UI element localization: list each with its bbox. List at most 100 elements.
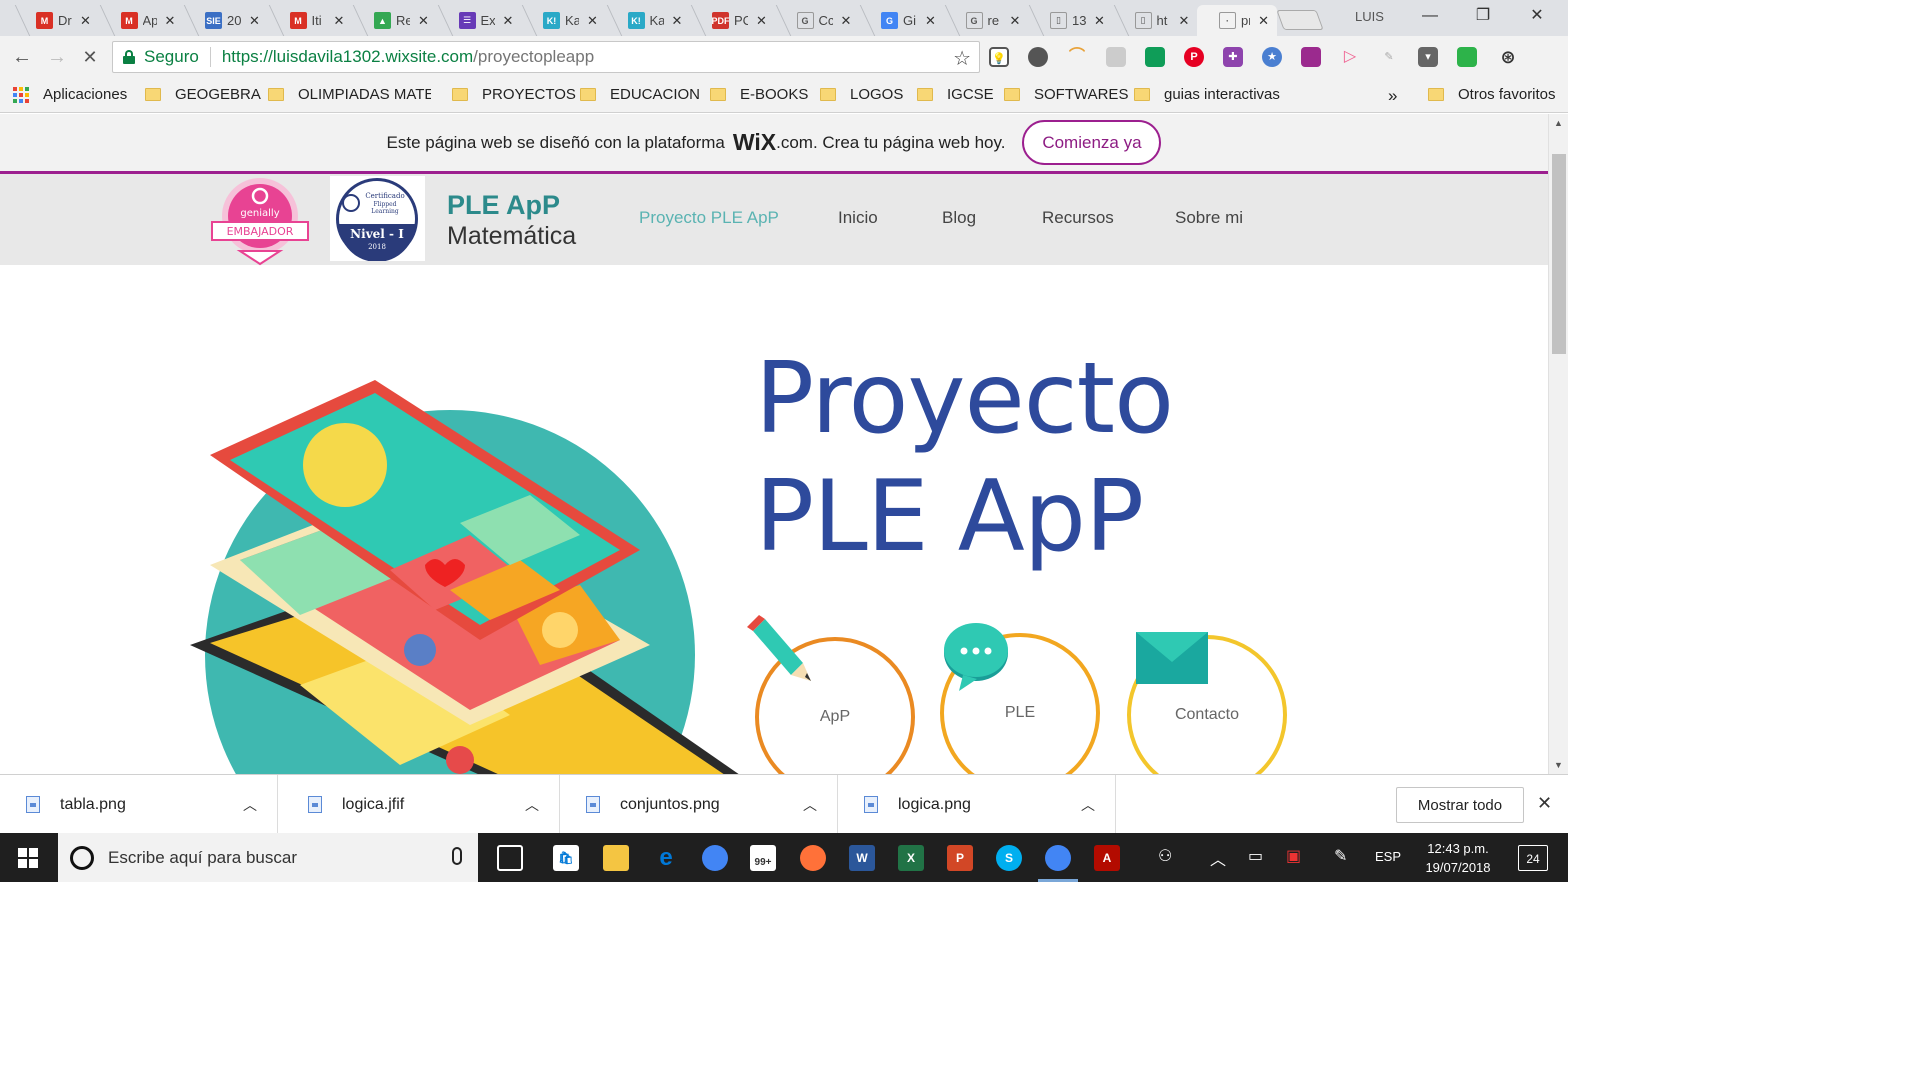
tab-close-icon[interactable]: ✕ [841, 13, 852, 29]
chevron-up-icon[interactable]: ︿ [1081, 795, 1095, 815]
browser-tab[interactable]: G Cc ✕ [775, 5, 861, 36]
browser-tab[interactable]: M Iti ✕ [268, 5, 354, 36]
tab-close-icon[interactable]: ✕ [165, 13, 176, 29]
edge-icon[interactable]: e [653, 845, 679, 871]
system-clock[interactable]: 12:43 p.m. 19/07/2018 [1418, 839, 1498, 877]
address-bar[interactable]: Seguro https://luisdavila1302.wixsite.co… [112, 41, 980, 73]
tab-close-icon[interactable]: ✕ [80, 13, 91, 29]
chat-extension-icon[interactable] [1106, 47, 1126, 67]
browser-tab[interactable]: Gre ✕ [944, 5, 1030, 36]
tab-close-icon[interactable]: ✕ [925, 13, 936, 29]
nav-sobre-mi[interactable]: Sobre mi [1175, 208, 1243, 228]
genially-ambassador-badge[interactable]: genially EMBAJADOR [210, 176, 310, 266]
tab-close-icon[interactable]: ✕ [672, 13, 683, 29]
minimize-icon[interactable]: — [1420, 6, 1440, 26]
tab-close-icon[interactable]: ✕ [1010, 13, 1021, 29]
tab-close-icon[interactable]: ✕ [1179, 13, 1190, 29]
bookmark-folder[interactable]: OLIMPIADAS MATEM [268, 86, 431, 103]
browser-tab[interactable]: ▲ Re ✕ [352, 5, 438, 36]
mail-icon[interactable]: 99+ [750, 845, 776, 871]
download-item[interactable]: logica.jfif ︿ [282, 775, 560, 834]
bookmarks-overflow-button[interactable]: » [1388, 86, 1397, 106]
nav-blog[interactable]: Blog [942, 208, 976, 228]
download-item[interactable]: conjuntos.png ︿ [560, 775, 838, 834]
tab-close-icon[interactable]: ✕ [249, 13, 260, 29]
pocket-extension-icon[interactable]: ▾ [1418, 47, 1438, 67]
start-now-button[interactable]: Comienza ya [1022, 120, 1162, 165]
windows-start-icon[interactable] [18, 848, 38, 868]
browser-tab[interactable]: G Gi ✕ [859, 5, 945, 36]
bookmark-folder[interactable]: LOGOS [820, 86, 903, 103]
stop-loading-icon[interactable]: ✕ [78, 45, 102, 69]
show-all-downloads-button[interactable]: Mostrar todo [1396, 787, 1524, 823]
browser-tab[interactable]: ▯ 13 ✕ [1028, 5, 1114, 36]
file-explorer-icon[interactable] [603, 845, 629, 871]
star-extension-icon[interactable]: ★ [1262, 47, 1282, 67]
chevron-up-icon[interactable]: ︿ [803, 795, 817, 815]
other-bookmarks[interactable]: Otros favoritos [1428, 86, 1556, 103]
cast-extension-icon[interactable]: ▷ [1340, 47, 1360, 67]
browser-tab[interactable]: K! Ka ✕ [606, 5, 692, 36]
show-hidden-icons-chevron-icon[interactable]: ︿ [1210, 846, 1226, 870]
tab-close-icon[interactable]: ✕ [1094, 13, 1105, 29]
lightbulb-extension-icon[interactable]: 💡 [989, 47, 1009, 67]
rainbow-extension-icon[interactable]: ⌒ [1067, 47, 1087, 67]
scroll-up-arrow-icon[interactable]: ▲ [1554, 118, 1563, 128]
tab-close-icon[interactable]: ✕ [756, 13, 767, 29]
acrobat-icon[interactable]: A [1094, 845, 1120, 871]
nav-proyecto-ple-app[interactable]: Proyecto PLE ApP [639, 208, 779, 228]
antivirus-icon[interactable]: ▣ [1286, 846, 1301, 866]
tab-close-icon[interactable]: ✕ [503, 13, 514, 29]
forward-icon[interactable]: → [45, 45, 69, 69]
browser-tab[interactable]: ▯ ht ✕ [1113, 5, 1199, 36]
scrollbar-thumb[interactable] [1552, 154, 1566, 354]
nav-recursos[interactable]: Recursos [1042, 208, 1114, 228]
browser-tab[interactable]: · pr ✕ [1197, 5, 1277, 36]
browser-tab[interactable]: M Ap ✕ [99, 5, 185, 36]
bookmark-folder[interactable]: guias interactivas [1134, 86, 1280, 103]
bookmark-folder[interactable]: PROYECTOS [452, 86, 576, 103]
task-view-icon[interactable] [497, 845, 523, 871]
evernote-extension-icon[interactable] [1028, 47, 1048, 67]
browser-tab[interactable]: PDF PC ✕ [690, 5, 776, 36]
bookmark-folder[interactable]: E-BOOKS [710, 86, 808, 103]
onenote-extension-icon[interactable] [1301, 47, 1321, 67]
tab-close-icon[interactable]: ✕ [418, 13, 429, 29]
people-icon[interactable]: ⚇ [1158, 846, 1172, 866]
window-close-icon[interactable]: ✕ [1527, 6, 1547, 26]
chevron-up-icon[interactable]: ︿ [525, 795, 539, 815]
bookmark-folder[interactable]: IGCSE [917, 86, 994, 103]
word-icon[interactable]: W [849, 845, 875, 871]
chrome-icon[interactable] [702, 845, 728, 871]
close-icon[interactable]: ✕ [1537, 793, 1552, 814]
sync-extension-icon[interactable]: ⊛ [1498, 47, 1518, 67]
powerpoint-icon[interactable]: P [947, 845, 973, 871]
chevron-up-icon[interactable]: ︿ [243, 795, 257, 815]
nav-inicio[interactable]: Inicio [838, 208, 878, 228]
page-scrollbar[interactable]: ▲ ▼ [1548, 114, 1568, 774]
browser-tab[interactable]: ☰ Ex ✕ [437, 5, 523, 36]
pen-icon[interactable]: ✎ [1334, 846, 1347, 866]
firefox-icon[interactable] [800, 845, 826, 871]
tab-close-icon[interactable]: ✕ [1258, 13, 1269, 29]
taskbar-search-input[interactable]: Escribe aquí para buscar [58, 833, 478, 882]
flipped-learning-badge[interactable]: Certificado Flipped Learning Nivel - I 2… [330, 176, 425, 261]
tab-close-icon[interactable]: ✕ [587, 13, 598, 29]
store-icon[interactable]: 🛍 [553, 845, 579, 871]
skype-icon[interactable]: S [996, 845, 1022, 871]
bookmark-folder[interactable]: GEOGEBRA [145, 86, 261, 103]
scroll-down-arrow-icon[interactable]: ▼ [1554, 760, 1563, 770]
grammar-extension-icon[interactable]: ✎ [1379, 47, 1399, 67]
site-brand-title[interactable]: PLE ApP [447, 190, 560, 221]
browser-tab[interactable]: M Dr ✕ [14, 5, 100, 36]
new-tab-button[interactable] [1276, 10, 1324, 30]
puzzle-extension-icon[interactable]: ✚ [1223, 47, 1243, 67]
browser-tab[interactable]: K! Ka ✕ [521, 5, 607, 36]
back-icon[interactable]: ← [10, 45, 34, 69]
download-item[interactable]: tabla.png ︿ [0, 775, 278, 834]
bookmark-folder[interactable]: SOFTWARES [1004, 86, 1128, 103]
chrome-active-icon[interactable] [1045, 845, 1071, 871]
restore-icon[interactable]: ❐ [1473, 6, 1493, 26]
classroom-extension-icon[interactable] [1145, 47, 1165, 67]
bookmark-folder[interactable]: EDUCACION [580, 86, 700, 103]
